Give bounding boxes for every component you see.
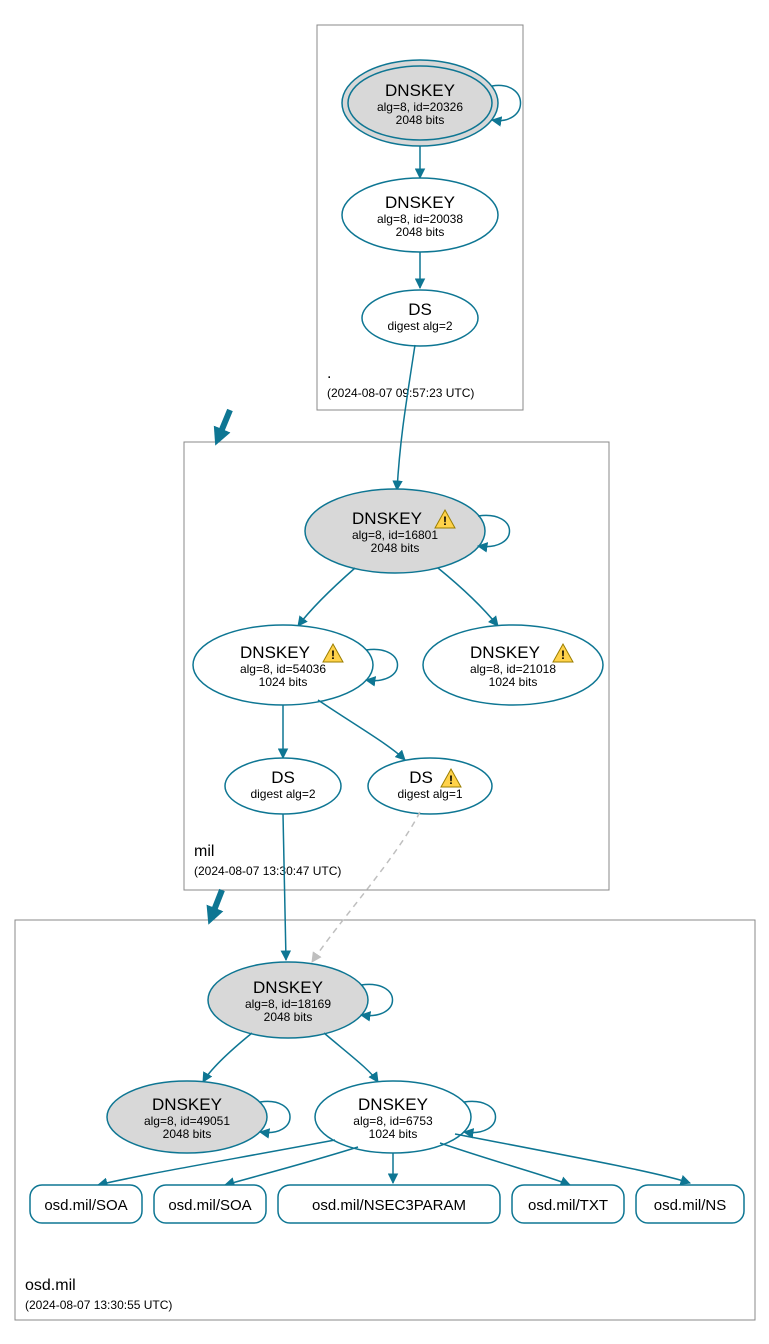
edge-18169-6753 — [324, 1033, 378, 1082]
svg-text:alg=8, id=49051: alg=8, id=49051 — [144, 1114, 230, 1128]
node-dnskey-20326: DNSKEY alg=8, id=20326 2048 bits — [342, 60, 521, 146]
edge-mildsalg2-18169 — [283, 814, 286, 960]
svg-text:DNSKEY: DNSKEY — [385, 193, 455, 212]
svg-text:alg=8, id=20038: alg=8, id=20038 — [377, 212, 463, 226]
svg-text:!: ! — [449, 773, 453, 787]
record-txt: osd.mil/TXT — [528, 1197, 608, 1214]
svg-text:digest alg=2: digest alg=2 — [387, 319, 452, 333]
record-nodes: osd.mil/SOA osd.mil/SOA osd.mil/NSEC3PAR… — [30, 1185, 744, 1223]
svg-text:DS: DS — [271, 768, 295, 787]
svg-text:1024 bits: 1024 bits — [259, 675, 308, 689]
svg-text:DNSKEY: DNSKEY — [152, 1095, 222, 1114]
svg-text:digest alg=2: digest alg=2 — [250, 787, 315, 801]
node-dnskey-54036: DNSKEY alg=8, id=54036 1024 bits ! — [193, 625, 398, 705]
zone-mil-timestamp: (2024-08-07 13:30:47 UTC) — [194, 864, 341, 878]
edge-16801-21018 — [438, 568, 498, 626]
edge-18169-49051 — [203, 1033, 252, 1082]
zone-osd-timestamp: (2024-08-07 13:30:55 UTC) — [25, 1298, 172, 1312]
svg-text:alg=8, id=20326: alg=8, id=20326 — [377, 100, 463, 114]
node-dnskey-18169: DNSKEY alg=8, id=18169 2048 bits — [208, 962, 393, 1038]
zone-mil-label: mil — [194, 843, 214, 860]
svg-text:2048 bits: 2048 bits — [163, 1127, 212, 1141]
node-dnskey-20038: DNSKEY alg=8, id=20038 2048 bits — [342, 178, 498, 252]
svg-text:1024 bits: 1024 bits — [369, 1127, 418, 1141]
zone-osd-label: osd.mil — [25, 1277, 76, 1294]
node-dnskey-6753: DNSKEY alg=8, id=6753 1024 bits — [315, 1081, 496, 1153]
record-soa-2: osd.mil/SOA — [168, 1197, 251, 1214]
svg-text:1024 bits: 1024 bits — [489, 675, 538, 689]
edge-54036-dsalg1 — [318, 700, 405, 760]
svg-text:DNSKEY: DNSKEY — [253, 978, 323, 997]
zone-osd-mil: osd.mil (2024-08-07 13:30:55 UTC) DNSKEY… — [15, 812, 755, 1320]
edge-6753-r5 — [455, 1134, 690, 1183]
edge-rootds-to-16801 — [397, 345, 415, 490]
svg-text:2048 bits: 2048 bits — [371, 541, 420, 555]
zone-root-label: . — [327, 365, 331, 382]
node-dnskey-21018: DNSKEY alg=8, id=21018 1024 bits ! — [423, 625, 603, 705]
dnssec-chain-diagram: . (2024-08-07 09:57:23 UTC) DNSKEY alg=8… — [0, 0, 769, 1344]
svg-text:DNSKEY: DNSKEY — [352, 509, 422, 528]
node-root-ds-alg2: DS digest alg=2 — [362, 290, 478, 346]
record-nsec3param: osd.mil/NSEC3PARAM — [312, 1197, 466, 1214]
zone-mil: mil (2024-08-07 13:30:47 UTC) DNSKEY alg… — [184, 345, 609, 890]
svg-text:DNSKEY: DNSKEY — [470, 643, 540, 662]
zone-root: . (2024-08-07 09:57:23 UTC) DNSKEY alg=8… — [317, 25, 523, 410]
node-dnskey-16801: DNSKEY alg=8, id=16801 2048 bits ! — [305, 489, 510, 573]
zone-edge-mil-to-osd — [211, 890, 222, 918]
svg-text:DS: DS — [409, 768, 433, 787]
svg-text:!: ! — [443, 514, 447, 528]
record-soa-1: osd.mil/SOA — [44, 1197, 127, 1214]
node-dnskey-49051: DNSKEY alg=8, id=49051 2048 bits — [107, 1081, 290, 1153]
svg-text:alg=8, id=18169: alg=8, id=18169 — [245, 997, 331, 1011]
record-ns: osd.mil/NS — [654, 1197, 727, 1214]
svg-text:!: ! — [331, 648, 335, 662]
zone-root-timestamp: (2024-08-07 09:57:23 UTC) — [327, 386, 474, 400]
node-mil-ds-alg1: DS digest alg=1 ! — [368, 758, 492, 814]
edge-6753-r4 — [440, 1143, 570, 1185]
svg-text:alg=8, id=16801: alg=8, id=16801 — [352, 528, 438, 542]
svg-text:2048 bits: 2048 bits — [396, 225, 445, 239]
svg-text:2048 bits: 2048 bits — [396, 113, 445, 127]
svg-text:alg=8, id=21018: alg=8, id=21018 — [470, 662, 556, 676]
svg-text:DNSKEY: DNSKEY — [240, 643, 310, 662]
svg-text:DNSKEY: DNSKEY — [358, 1095, 428, 1114]
node-mil-ds-alg2: DS digest alg=2 — [225, 758, 341, 814]
svg-text:alg=8, id=54036: alg=8, id=54036 — [240, 662, 326, 676]
svg-text:DS: DS — [408, 300, 432, 319]
svg-text:alg=8, id=6753: alg=8, id=6753 — [353, 1114, 433, 1128]
svg-text:2048 bits: 2048 bits — [264, 1010, 313, 1024]
svg-text:DNSKEY: DNSKEY — [385, 81, 455, 100]
edge-16801-54036 — [298, 568, 355, 626]
svg-text:digest alg=1: digest alg=1 — [397, 787, 462, 801]
edge-mildsalg1-18169 — [312, 812, 420, 962]
edge-6753-r2 — [225, 1147, 358, 1185]
zone-edge-root-to-mil — [218, 410, 230, 439]
svg-text:!: ! — [561, 648, 565, 662]
